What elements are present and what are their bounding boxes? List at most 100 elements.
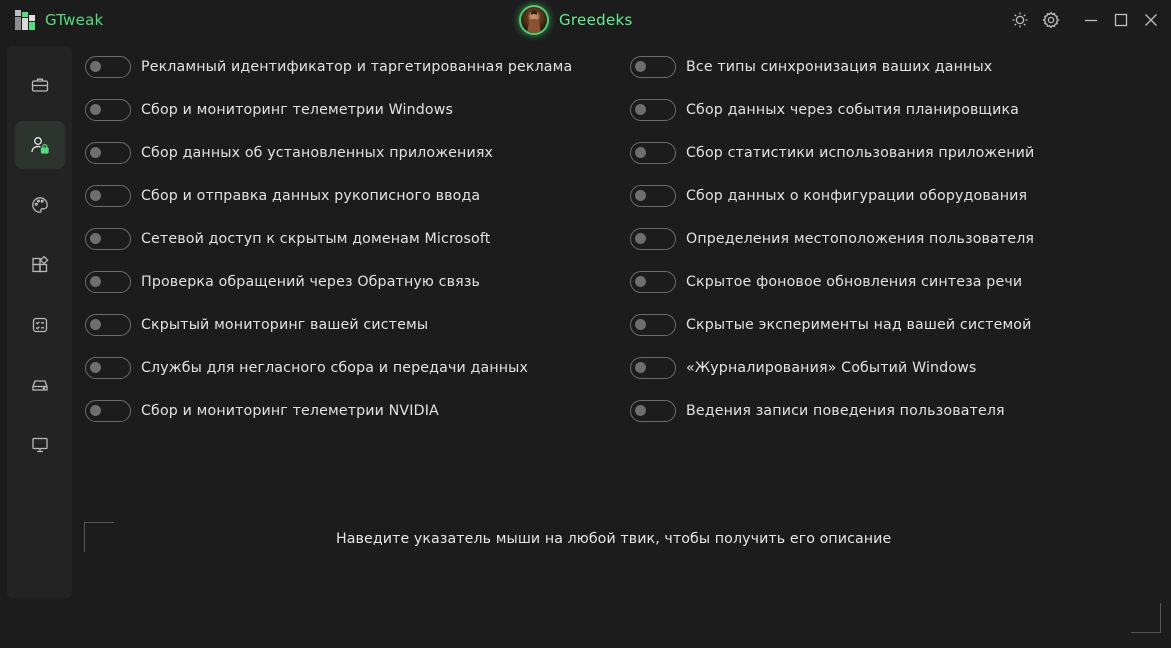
- minimize-button[interactable]: [1079, 8, 1103, 32]
- minimize-icon: [1085, 19, 1097, 22]
- nav-item-apps[interactable]: [15, 241, 65, 289]
- toggle-switch[interactable]: [630, 271, 676, 293]
- tweak-row[interactable]: Сбор и мониторинг телеметрии Windows: [85, 99, 453, 121]
- toggle-knob: [635, 190, 646, 201]
- tweak-row[interactable]: Все типы синхронизация ваших данных: [630, 56, 992, 78]
- user-avatar[interactable]: [519, 5, 549, 35]
- app-title: GTweak: [45, 11, 104, 29]
- description-panel: Наведите указатель мыши на любой твик, ч…: [84, 522, 1162, 554]
- tweak-label: Скрытый мониторинг вашей системы: [141, 317, 429, 333]
- toggle-switch[interactable]: [85, 185, 131, 207]
- toggle-knob: [90, 276, 101, 287]
- toggle-knob: [90, 104, 101, 115]
- tweak-label: Сбор и мониторинг телеметрии Windows: [141, 102, 454, 118]
- tweak-row[interactable]: Сбор данных через события планировщика: [630, 99, 1019, 121]
- toggle-knob: [90, 405, 101, 416]
- toggle-switch[interactable]: [630, 56, 676, 78]
- theme-toggle-button[interactable]: [1008, 8, 1032, 32]
- close-button[interactable]: [1139, 8, 1163, 32]
- tweak-row[interactable]: Сетевой доступ к скрытым доменам Microso…: [85, 228, 490, 250]
- tweak-row[interactable]: Службы для негласного сбора и передачи д…: [85, 357, 528, 379]
- toggle-switch[interactable]: [630, 357, 676, 379]
- checklist-icon: [32, 317, 48, 333]
- monitor-icon: [32, 437, 48, 453]
- toggle-switch[interactable]: [85, 56, 131, 78]
- nav-item-briefcase[interactable]: [15, 61, 65, 109]
- toggle-switch[interactable]: [85, 357, 131, 379]
- toggle-knob: [90, 61, 101, 72]
- tweak-label: «Журналирования» Событий Windows: [686, 360, 977, 376]
- tweak-label: Сбор статистики использования приложений: [686, 145, 1035, 161]
- close-icon: [1145, 14, 1157, 26]
- sidebar: [7, 46, 72, 598]
- palette-icon: [32, 197, 48, 213]
- tweak-row[interactable]: Сбор и отправка данных рукописного ввода: [85, 185, 480, 207]
- briefcase-icon: [31, 78, 49, 92]
- panel-corner-decoration: [84, 522, 114, 552]
- toggle-switch[interactable]: [630, 400, 676, 422]
- tweak-row[interactable]: Рекламный идентификатор и таргетированна…: [85, 56, 572, 78]
- tweak-row[interactable]: Ведения записи поведения пользователя: [630, 400, 1005, 422]
- tweak-label: Ведения записи поведения пользователя: [686, 403, 1005, 419]
- toggle-switch[interactable]: [85, 271, 131, 293]
- tweak-label: Сбор и отправка данных рукописного ввода: [141, 188, 481, 204]
- toggle-knob: [635, 405, 646, 416]
- tweak-label: Сбор данных об установленных приложениях: [141, 145, 494, 161]
- tweak-row[interactable]: Определения местоположения пользователя: [630, 228, 1034, 250]
- tweak-label: Все типы синхронизация ваших данных: [686, 59, 993, 75]
- tweak-row[interactable]: Скрытый мониторинг вашей системы: [85, 314, 428, 336]
- nav-item-services[interactable]: [15, 301, 65, 349]
- tweak-row[interactable]: Скрытые эксперименты над вашей системой: [630, 314, 1032, 336]
- title-bar[interactable]: GTweak Greedeks: [0, 0, 1171, 40]
- tweak-label: Сетевой доступ к скрытым доменам Microso…: [141, 231, 491, 247]
- sun-icon: [1012, 12, 1028, 28]
- window-resize-grip[interactable]: [1131, 603, 1161, 633]
- tweak-row[interactable]: Скрытое фоновое обновления синтеза речи: [630, 271, 1022, 293]
- toggle-switch[interactable]: [85, 228, 131, 250]
- username[interactable]: Greedeks: [559, 11, 633, 29]
- maximize-icon: [1114, 13, 1128, 27]
- toggle-knob: [90, 190, 101, 201]
- toggle-switch[interactable]: [630, 228, 676, 250]
- tweak-row[interactable]: Сбор данных об установленных приложениях: [85, 142, 493, 164]
- tweak-label: Сбор данных через события планировщика: [686, 102, 1020, 118]
- nav-item-privacy[interactable]: [15, 121, 65, 169]
- tweak-label: Сбор данных о конфигурации оборудования: [686, 188, 1028, 204]
- tweak-row[interactable]: «Журналирования» Событий Windows: [630, 357, 976, 379]
- settings-button[interactable]: [1039, 8, 1063, 32]
- description-text: Наведите указатель мыши на любой твик, ч…: [336, 531, 892, 547]
- nav-item-personalization[interactable]: [15, 181, 65, 229]
- toggle-switch[interactable]: [85, 142, 131, 164]
- tweak-label: Определения местоположения пользователя: [686, 231, 1035, 247]
- toggle-knob: [635, 233, 646, 244]
- toggle-switch[interactable]: [85, 400, 131, 422]
- toggle-knob: [635, 319, 646, 330]
- tweak-label: Проверка обращений через Обратную связь: [141, 274, 481, 290]
- toggle-switch[interactable]: [85, 314, 131, 336]
- drive-icon: [32, 380, 48, 391]
- maximize-button[interactable]: [1109, 8, 1133, 32]
- toggle-knob: [635, 276, 646, 287]
- toggle-switch[interactable]: [630, 314, 676, 336]
- toggle-knob: [635, 147, 646, 158]
- tweak-label: Службы для негласного сбора и передачи д…: [141, 360, 529, 376]
- toggle-switch[interactable]: [630, 142, 676, 164]
- nav-item-system[interactable]: [15, 421, 65, 469]
- tweak-row[interactable]: Сбор и мониторинг телеметрии NVIDIA: [85, 400, 439, 422]
- tweak-row[interactable]: Сбор данных о конфигурации оборудования: [630, 185, 1027, 207]
- toggle-knob: [90, 233, 101, 244]
- toggle-knob: [635, 61, 646, 72]
- tweak-label: Рекламный идентификатор и таргетированна…: [141, 59, 573, 75]
- toggle-switch[interactable]: [630, 99, 676, 121]
- tweak-label: Скрытое фоновое обновления синтеза речи: [686, 274, 1023, 290]
- toggle-knob: [635, 104, 646, 115]
- toggle-knob: [90, 362, 101, 373]
- toggle-switch[interactable]: [630, 185, 676, 207]
- tweak-row[interactable]: Сбор статистики использования приложений: [630, 142, 1034, 164]
- toggle-knob: [635, 362, 646, 373]
- toggle-switch[interactable]: [85, 99, 131, 121]
- gtweak-logo-icon: [15, 10, 35, 30]
- nav-item-storage[interactable]: [15, 361, 65, 409]
- user-lock-icon: [31, 137, 49, 154]
- tweak-row[interactable]: Проверка обращений через Обратную связь: [85, 271, 480, 293]
